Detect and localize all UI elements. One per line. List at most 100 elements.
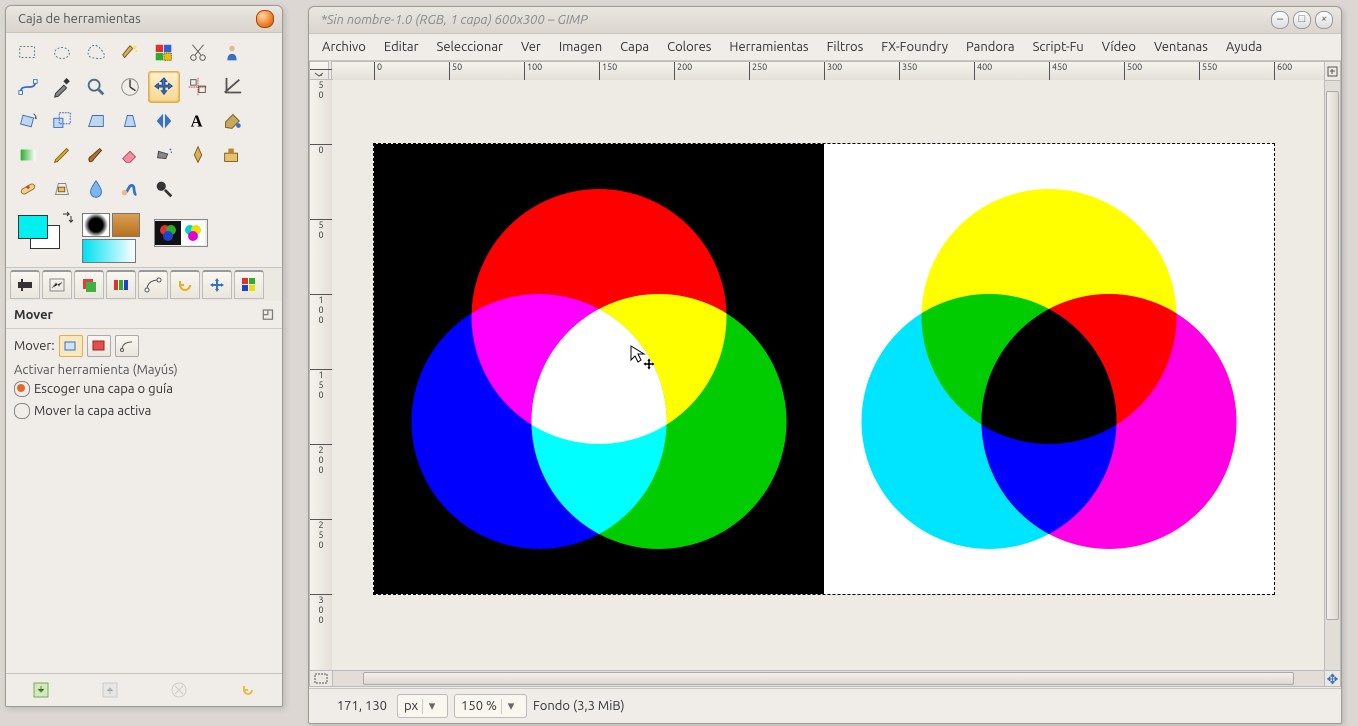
fuzzy-select-tool[interactable] <box>114 37 146 69</box>
foreground-select-tool[interactable] <box>216 37 248 69</box>
active-brush[interactable] <box>82 213 110 237</box>
layers-tab[interactable] <box>74 270 104 299</box>
restore-options-icon[interactable] <box>99 679 121 701</box>
color-picker-tool[interactable] <box>46 71 78 103</box>
reset-options-icon[interactable] <box>237 679 259 701</box>
quick-mask-toggle[interactable] <box>309 670 333 687</box>
menu-imagen[interactable]: Imagen <box>550 36 611 58</box>
vertical-scrollbar[interactable] <box>1324 80 1341 671</box>
move-mode-selection[interactable] <box>87 335 111 357</box>
minimize-icon[interactable]: ‒ <box>1271 11 1289 29</box>
menu-filtros[interactable]: Filtros <box>818 36 873 58</box>
unit-selector[interactable]: px▾ <box>397 694 448 718</box>
menu-vídeo[interactable]: Vídeo <box>1093 36 1145 58</box>
scrollbar-thumb[interactable] <box>1326 91 1339 620</box>
clone-tool[interactable] <box>216 139 248 171</box>
rect-select-tool[interactable] <box>12 37 44 69</box>
blend-tool[interactable] <box>12 139 44 171</box>
menu-archivo[interactable]: Archivo <box>313 36 375 58</box>
pencil-tool[interactable] <box>46 139 78 171</box>
scale-tool[interactable] <box>46 105 78 137</box>
fg-color-swatch[interactable] <box>18 215 48 239</box>
measure-tool[interactable] <box>114 71 146 103</box>
align-tool[interactable] <box>182 71 214 103</box>
canvas[interactable] <box>374 144 1274 594</box>
menu-capa[interactable]: Capa <box>611 36 658 58</box>
ink-tool[interactable] <box>182 139 214 171</box>
swap-colors-icon[interactable] <box>60 211 74 225</box>
flip-tool[interactable] <box>148 105 180 137</box>
menu-ayuda[interactable]: Ayuda <box>1217 36 1271 58</box>
bucket-fill-tool[interactable] <box>216 105 248 137</box>
zoom-tool[interactable] <box>80 71 112 103</box>
toolbox-titlebar[interactable]: Caja de herramientas <box>6 6 282 33</box>
active-image-indicator[interactable] <box>154 219 208 247</box>
move-mode-layer[interactable] <box>59 335 83 357</box>
vertical-ruler[interactable]: -50050100150200250300 <box>309 79 333 671</box>
zoom-fit-icon[interactable] <box>1324 61 1341 81</box>
zoom-selector[interactable]: 150 %▾ <box>454 694 527 718</box>
navigation-preview-icon[interactable]: ✥ <box>1324 670 1341 687</box>
menu-script-fu[interactable]: Script-Fu <box>1024 36 1093 58</box>
menu-ventanas[interactable]: Ventanas <box>1145 36 1217 58</box>
radio-move-active[interactable]: Mover la capa activa <box>14 403 274 419</box>
dock-tabs <box>6 267 282 301</box>
menu-herramientas[interactable]: Herramientas <box>720 36 817 58</box>
text-tool[interactable]: A <box>182 105 214 137</box>
move-mode-path[interactable] <box>115 335 139 357</box>
radio-pick-layer[interactable]: Escoger una capa o guía <box>14 381 274 397</box>
ellipse-select-tool[interactable] <box>46 37 78 69</box>
detach-icon[interactable]: ◰ <box>262 307 274 322</box>
airbrush-tool[interactable] <box>148 139 180 171</box>
maximize-icon[interactable]: □ <box>1293 11 1311 29</box>
image-window: *Sin nombre-1.0 (RGB, 1 capa) 600x300 – … <box>308 6 1342 724</box>
menu-colores[interactable]: Colores <box>658 36 720 58</box>
shear-tool[interactable] <box>80 105 112 137</box>
smudge-tool[interactable] <box>114 173 146 205</box>
navigation-tab[interactable] <box>202 270 232 299</box>
device-status-tab[interactable] <box>42 270 72 299</box>
paths-tab[interactable] <box>138 270 168 299</box>
toolbox-title: Caja de herramientas <box>14 12 252 26</box>
paintbrush-tool[interactable] <box>80 139 112 171</box>
move-tool[interactable] <box>148 71 180 103</box>
perspective-clone-tool[interactable] <box>46 173 78 205</box>
horizontal-scrollbar[interactable] <box>332 670 1325 687</box>
paths-tool[interactable] <box>12 71 44 103</box>
perspective-tool[interactable] <box>114 105 146 137</box>
tool-options-tab[interactable] <box>10 270 40 299</box>
heal-tool[interactable] <box>12 173 44 205</box>
menu-seleccionar[interactable]: Seleccionar <box>428 36 512 58</box>
tool-grid: A <box>6 33 282 209</box>
status-bar: 171, 130 px▾ 150 %▾ Fondo (3,3 MiB) <box>309 688 1341 723</box>
crop-tool[interactable] <box>216 71 248 103</box>
menu-ver[interactable]: Ver <box>512 36 550 58</box>
rotate-tool[interactable] <box>12 105 44 137</box>
close-icon[interactable] <box>256 10 274 28</box>
pointer-coords: 171, 130 <box>317 699 391 713</box>
by-color-select-tool[interactable] <box>148 37 180 69</box>
free-select-tool[interactable] <box>80 37 112 69</box>
ruler-tick: 500 <box>1124 62 1142 80</box>
menu-editar[interactable]: Editar <box>375 36 428 58</box>
active-gradient[interactable] <box>82 239 136 263</box>
horizontal-ruler[interactable]: 050100150200250300350400450500550600 <box>331 61 1325 81</box>
scissors-tool[interactable] <box>182 37 214 69</box>
blur-tool[interactable] <box>80 173 112 205</box>
undo-history-tab[interactable] <box>170 270 200 299</box>
ruler-tick: 50 <box>310 219 332 240</box>
menu-pandora[interactable]: Pandora <box>957 36 1024 58</box>
menu-fx-foundry[interactable]: FX-Foundry <box>872 36 957 58</box>
colors-tab[interactable] <box>234 270 264 299</box>
scrollbar-thumb[interactable] <box>363 672 1294 685</box>
canvas-viewport[interactable] <box>332 80 1325 671</box>
fg-bg-colors[interactable] <box>18 215 68 255</box>
active-pattern[interactable] <box>112 213 140 237</box>
close-icon[interactable]: × <box>1315 11 1333 29</box>
save-options-icon[interactable] <box>30 679 52 701</box>
channels-tab[interactable] <box>106 270 136 299</box>
eraser-tool[interactable] <box>114 139 146 171</box>
delete-options-icon[interactable] <box>168 679 190 701</box>
image-titlebar[interactable]: *Sin nombre-1.0 (RGB, 1 capa) 600x300 – … <box>309 7 1341 34</box>
dodge-tool[interactable] <box>148 173 180 205</box>
